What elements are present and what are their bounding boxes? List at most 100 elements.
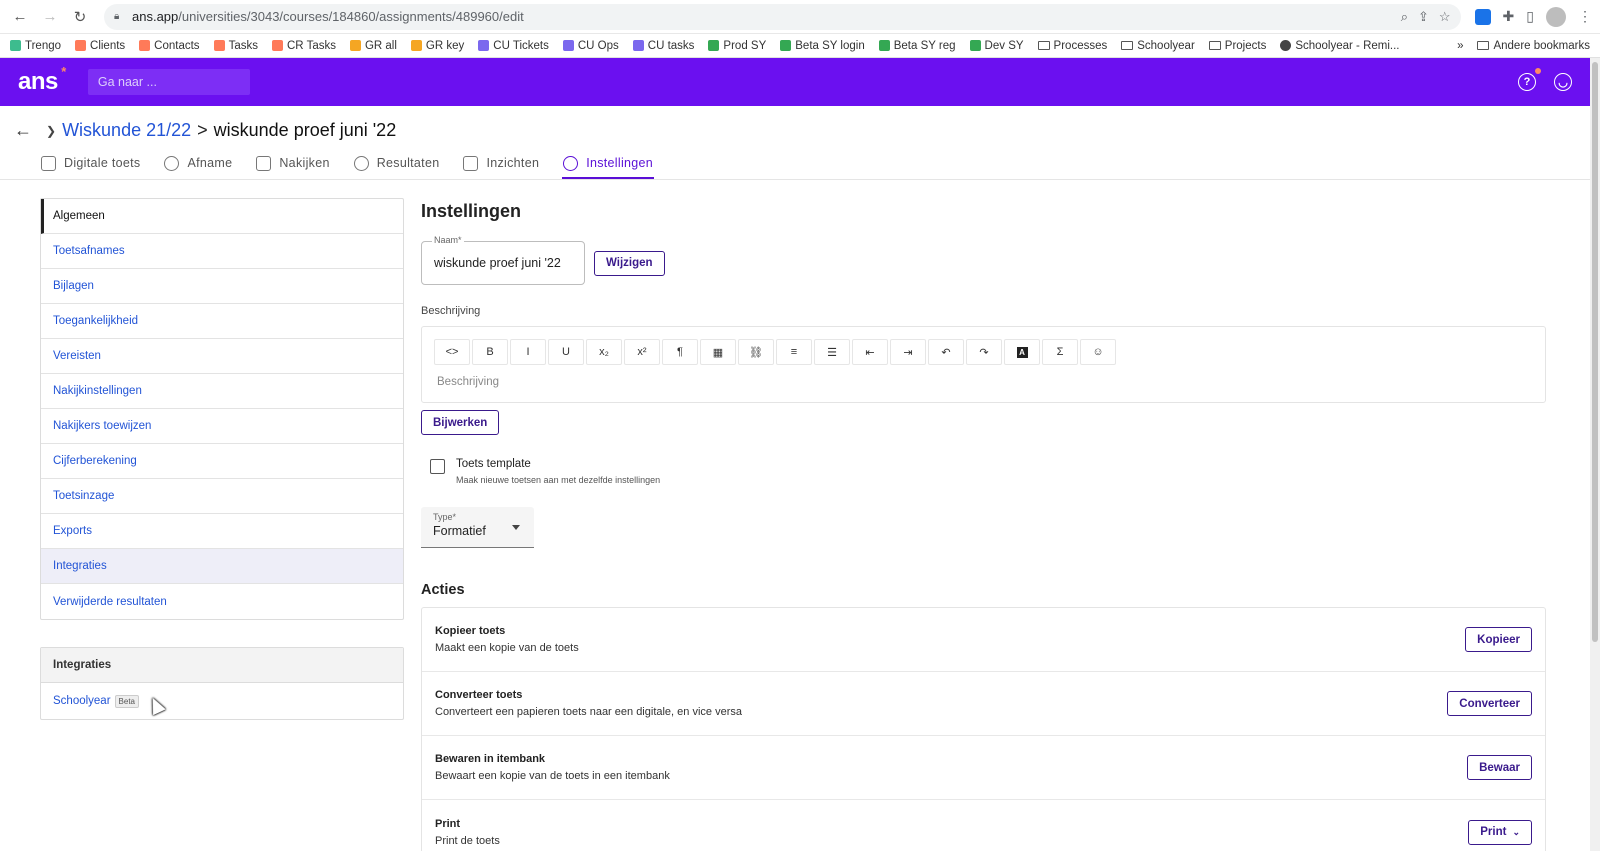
sidebar-item-nakijkinstellingen[interactable]: Nakijkinstellingen: [41, 374, 403, 409]
editor-toolbar: <> B I Ux₂ x² ¶ ▦ ⛓ ≡ ☰ ⇤ ⇥ ↶ ↷ A Σ ☺: [422, 327, 1545, 365]
sidebar-item-exports[interactable]: Exports: [41, 514, 403, 549]
bookmark-item[interactable]: CU tasks: [632, 40, 694, 52]
sidebar-item-bijlagen[interactable]: Bijlagen: [41, 269, 403, 304]
scrollbar-thumb[interactable]: [1592, 62, 1598, 642]
star-icon[interactable]: ☆: [1439, 9, 1451, 25]
back-arrow-icon[interactable]: ←: [14, 120, 32, 141]
action-title: Print: [435, 817, 461, 830]
tab-label: Afname: [187, 156, 233, 170]
description-placeholder[interactable]: Beschrijving: [422, 365, 1545, 399]
change-name-button[interactable]: Wijzigen: [594, 250, 665, 276]
tab-afname[interactable]: Afname: [163, 148, 233, 178]
bookmark-item[interactable]: CU Tickets: [478, 40, 549, 52]
action-description: Bewaart een kopie van de toets in een it…: [435, 770, 670, 782]
back-icon[interactable]: ←: [8, 5, 32, 29]
extension-icon[interactable]: [1474, 8, 1491, 25]
bookmark-favicon-icon: [75, 40, 87, 51]
other-bookmarks[interactable]: Andere bookmarks: [1477, 40, 1590, 52]
tab-resultaten[interactable]: Resultaten: [353, 148, 441, 178]
editor-toolbar-button[interactable]: ⇥: [890, 339, 926, 365]
bookmark-item[interactable]: Dev SY: [969, 40, 1024, 52]
puzzle-extension-icon[interactable]: ✚: [1503, 8, 1515, 25]
sidebar-item-cijferberekening[interactable]: Cijferberekening: [41, 444, 403, 479]
sidebar-item-integraties[interactable]: Integraties: [41, 549, 403, 584]
goto-search-input[interactable]: [87, 69, 250, 95]
sidebar-item-vereisten[interactable]: Vereisten: [41, 339, 403, 374]
editor-toolbar-button[interactable]: x²: [624, 339, 660, 365]
template-checkbox[interactable]: [430, 459, 445, 474]
schoolyear-link[interactable]: Schoolyear: [53, 695, 111, 707]
editor-toolbar-button[interactable]: ▦: [700, 339, 736, 365]
menu-icon[interactable]: ⋮: [1578, 8, 1592, 25]
bookmark-item[interactable]: GR all: [349, 39, 397, 52]
bookmarks-overflow-icon[interactable]: »: [1457, 40, 1463, 52]
editor-toolbar-button[interactable]: ☺: [1080, 339, 1116, 365]
bookmark-favicon-icon: [349, 40, 361, 51]
editor-toolbar-button[interactable]: ☰: [814, 339, 850, 365]
editor-toolbar-button[interactable]: U: [548, 339, 584, 365]
bookmark-item[interactable]: CU Ops: [562, 40, 619, 52]
bookmark-item[interactable]: Schoolyear - Remi...: [1280, 40, 1400, 52]
type-select[interactable]: Type* Formatief: [421, 507, 534, 548]
zoom-icon[interactable]: ⌕: [1401, 9, 1408, 25]
update-description-button[interactable]: Bijwerken: [421, 410, 500, 435]
bookmark-item[interactable]: Prod SY: [708, 40, 766, 52]
bookmark-folder[interactable]: Schoolyear: [1121, 40, 1195, 52]
tab-nakijken[interactable]: Nakijken: [255, 148, 330, 178]
editor-toolbar-button[interactable]: ¶: [662, 339, 698, 365]
reload-icon[interactable]: ↻: [68, 5, 92, 29]
editor-toolbar-button[interactable]: ⇤: [852, 339, 888, 365]
editor-toolbar-button[interactable]: x₂: [586, 339, 622, 365]
bookmark-folder[interactable]: Projects: [1208, 40, 1266, 52]
editor-toolbar-button[interactable]: ↶: [928, 339, 964, 365]
sidebar-item-nakijkers-toewijzen[interactable]: Nakijkers toewijzen: [41, 409, 403, 444]
tab-inzichten[interactable]: Inzichten: [462, 148, 540, 178]
address-bar[interactable]: 🔒︎ ans.app/universities/3043/courses/184…: [104, 3, 1461, 30]
bookmark-item[interactable]: Trengo: [10, 40, 61, 52]
bookmark-item[interactable]: GR key: [410, 40, 464, 52]
sidebar-item-verwijderde-resultaten[interactable]: Verwijderde resultaten: [41, 584, 403, 619]
forward-icon[interactable]: →: [38, 5, 62, 29]
editor-toolbar-button[interactable]: I: [510, 339, 546, 365]
editor-toolbar-button[interactable]: ↷: [966, 339, 1002, 365]
bewaar-button[interactable]: Bewaar: [1467, 755, 1532, 780]
profile-avatar[interactable]: [1546, 6, 1566, 27]
page-scrollbar[interactable]: [1590, 58, 1600, 851]
name-field-value[interactable]: wiskunde proef juni '22: [434, 256, 561, 270]
sidebar-item-toegankelijkheid[interactable]: Toegankelijkheid: [41, 304, 403, 339]
mouse-cursor-icon: [146, 694, 166, 716]
bookmark-item[interactable]: CR Tasks: [271, 40, 336, 52]
editor-toolbar-button[interactable]: B: [472, 339, 508, 365]
ans-logo[interactable]: ans *: [18, 64, 66, 96]
bookmark-item[interactable]: Clients: [75, 40, 125, 52]
kopieer-button[interactable]: Kopieer: [1465, 627, 1532, 652]
sidebar-item-schoolyear[interactable]: Schoolyear Beta: [41, 683, 403, 719]
description-editor[interactable]: <> B I Ux₂ x² ¶ ▦ ⛓ ≡ ☰ ⇤ ⇥ ↶ ↷ A Σ ☺ Beschrijving: [421, 326, 1546, 403]
editor-toolbar-button[interactable]: Σ: [1042, 339, 1078, 365]
editor-toolbar-button[interactable]: ≡: [776, 339, 812, 365]
sidepanel-icon[interactable]: ▯: [1526, 8, 1534, 25]
editor-toolbar-button[interactable]: A: [1004, 339, 1040, 365]
converteer-button[interactable]: Converteer: [1447, 691, 1532, 716]
breadcrumb-course-link[interactable]: Wiskunde 21/22: [62, 120, 191, 141]
print-button[interactable]: Print ⌄: [1468, 819, 1532, 845]
bookmark-folder-label: Schoolyear: [1137, 39, 1195, 52]
bookmark-label: GR all: [364, 39, 397, 52]
tab-digitale-toets[interactable]: Digitale toets: [40, 148, 141, 178]
bookmark-item[interactable]: Beta SY login: [780, 40, 865, 52]
sidebar-item-toetsinzage[interactable]: Toetsinzage: [41, 479, 403, 514]
bookmark-item[interactable]: Beta SY reg: [878, 40, 956, 52]
sidebar-item-algemeen[interactable]: Algemeen: [41, 199, 403, 234]
editor-toolbar-button[interactable]: <>: [434, 339, 470, 365]
bookmark-folder[interactable]: Processes: [1037, 40, 1107, 52]
name-field[interactable]: Naam* wiskunde proef juni '22: [421, 235, 585, 285]
bookmark-favicon-icon: [780, 40, 792, 51]
user-icon[interactable]: ◡: [1554, 73, 1572, 91]
tab-instellingen[interactable]: Instellingen: [562, 148, 654, 179]
share-icon[interactable]: ⇪: [1418, 9, 1429, 25]
bookmark-item[interactable]: Contacts: [139, 40, 200, 52]
bookmark-item[interactable]: Tasks: [213, 40, 258, 52]
editor-toolbar-button[interactable]: ⛓: [738, 339, 774, 365]
sidebar-item-toetsafnames[interactable]: Toetsafnames: [41, 234, 403, 269]
help-icon[interactable]: ?: [1518, 68, 1541, 91]
